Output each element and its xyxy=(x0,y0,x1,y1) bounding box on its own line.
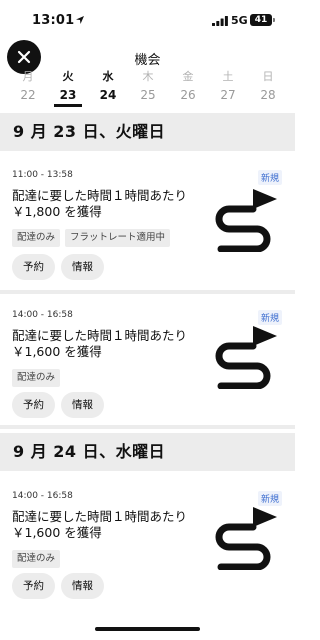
day-tab-mon[interactable]: 月 22 xyxy=(12,70,44,104)
day-number: 27 xyxy=(220,88,236,102)
card-actions: 予約 情報 xyxy=(12,573,104,599)
flag-route-icon xyxy=(215,189,277,252)
earnings-title: 配達に要した時間１時間あたり ￥1,600 を獲得 xyxy=(12,509,217,541)
time-range: 14:00 - 16:58 xyxy=(12,491,73,501)
earnings-title-line2: ￥1,600 を獲得 xyxy=(12,525,102,540)
card-actions: 予約 情報 xyxy=(12,254,104,280)
battery-icon: 41 xyxy=(250,14,275,26)
tag-delivery-only: 配達のみ xyxy=(12,550,61,568)
reserve-button[interactable]: 予約 xyxy=(12,573,55,599)
day-number: 23 xyxy=(59,88,77,102)
info-button[interactable]: 情報 xyxy=(61,254,104,280)
new-badge: 新規 xyxy=(258,170,283,185)
earnings-title: 配達に要した時間１時間あたり ￥1,800 を獲得 xyxy=(12,188,217,220)
earnings-title-line2: ￥1,600 を獲得 xyxy=(12,344,102,359)
day-label: 月 xyxy=(22,70,34,83)
earnings-title-line1: 配達に要した時間１時間あたり xyxy=(12,509,188,524)
day-number: 22 xyxy=(20,88,36,102)
day-tab-sun[interactable]: 日 28 xyxy=(252,70,284,104)
tag-list: 配達のみ xyxy=(12,550,61,568)
flag-route-icon xyxy=(215,326,277,389)
reserve-button[interactable]: 予約 xyxy=(12,254,55,280)
opportunity-card[interactable]: 14:00 - 16:58 新規 配達に要した時間１時間あたり ￥1,600 を… xyxy=(0,475,295,606)
day-label: 水 xyxy=(102,70,114,83)
info-button[interactable]: 情報 xyxy=(61,392,104,418)
flag-route-icon xyxy=(215,507,277,570)
date-section-header: 9 月 23 日、火曜日 xyxy=(0,113,295,151)
day-label: 金 xyxy=(182,70,194,83)
earnings-title-line1: 配達に要した時間１時間あたり xyxy=(12,328,188,343)
earnings-title-line1: 配達に要した時間１時間あたり xyxy=(12,188,188,203)
tag-list: 配達のみ xyxy=(12,369,61,387)
day-number: 25 xyxy=(140,88,156,102)
home-indicator[interactable] xyxy=(95,627,200,631)
page-title: 機会 xyxy=(134,53,161,68)
network-type: 5G xyxy=(231,14,248,27)
day-tab-thu[interactable]: 木 25 xyxy=(132,70,164,104)
opportunity-card[interactable]: 14:00 - 16:58 新規 配達に要した時間１時間あたり ￥1,600 を… xyxy=(0,294,295,425)
day-number: 28 xyxy=(260,88,276,102)
day-label: 火 xyxy=(62,70,74,83)
new-badge: 新規 xyxy=(258,310,283,325)
day-label: 木 xyxy=(142,70,154,83)
date-section-header: 9 月 24 日、水曜日 xyxy=(0,433,295,471)
tag-delivery-only: 配達のみ xyxy=(12,369,61,387)
tag-list: 配達のみ フラットレート適用中 xyxy=(12,229,171,247)
day-label: 土 xyxy=(222,70,234,83)
day-tab-sat[interactable]: 土 27 xyxy=(212,70,244,104)
time-range: 11:00 - 13:58 xyxy=(12,170,73,180)
day-number: 26 xyxy=(180,88,196,102)
tag-delivery-only: 配達のみ xyxy=(12,229,61,247)
card-divider xyxy=(0,425,295,429)
signal-bars-icon xyxy=(212,16,228,26)
card-actions: 予約 情報 xyxy=(12,392,104,418)
new-badge: 新規 xyxy=(258,491,283,506)
info-button[interactable]: 情報 xyxy=(61,573,104,599)
location-arrow-icon xyxy=(76,16,84,24)
day-tab-fri[interactable]: 金 26 xyxy=(172,70,204,104)
day-tab-wed[interactable]: 水 24 xyxy=(92,70,124,104)
earnings-title: 配達に要した時間１時間あたり ￥1,600 を獲得 xyxy=(12,328,217,360)
opportunity-card[interactable]: 11:00 - 13:58 新規 配達に要した時間１時間あたり ￥1,800 を… xyxy=(0,154,295,290)
day-number: 24 xyxy=(99,88,117,102)
day-tab-tue[interactable]: 火 23 xyxy=(52,70,84,107)
status-bar: 13:01 5G 41 xyxy=(0,0,295,40)
time-range: 14:00 - 16:58 xyxy=(12,310,73,320)
status-time: 13:01 xyxy=(32,13,75,28)
day-label: 日 xyxy=(262,70,274,83)
tag-flat-rate: フラットレート適用中 xyxy=(65,229,171,247)
earnings-title-line2: ￥1,800 を獲得 xyxy=(12,204,102,219)
reserve-button[interactable]: 予約 xyxy=(12,392,55,418)
day-selector: 月 22 火 23 水 24 木 25 金 26 土 27 日 28 xyxy=(12,70,284,107)
